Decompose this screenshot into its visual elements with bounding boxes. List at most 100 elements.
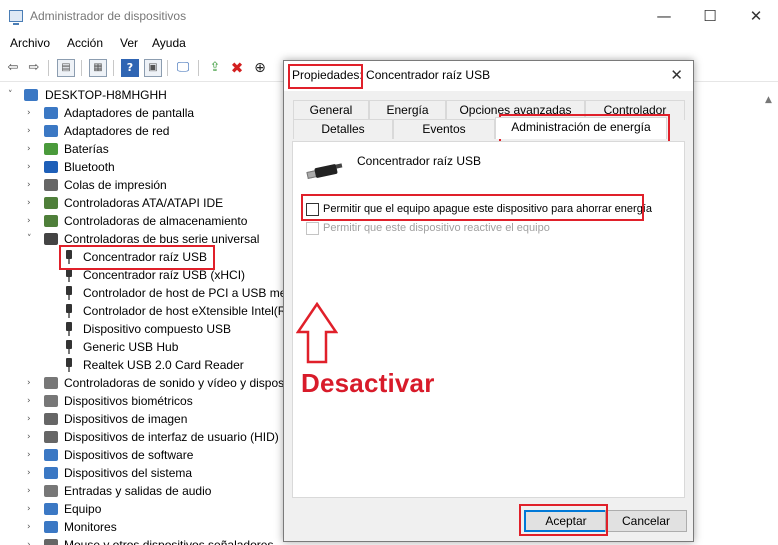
biometric-icon	[44, 395, 58, 407]
audio-io-icon	[44, 485, 58, 497]
maximize-button[interactable]: ☐	[687, 0, 733, 32]
tree-usb-device[interactable]: Controlador de host de PCI a USB mej	[0, 284, 290, 302]
tree-category-label: Entradas y salidas de audio	[64, 484, 212, 498]
tree-usb-device[interactable]: Dispositivo compuesto USB	[0, 320, 290, 338]
mouse-icon	[44, 539, 58, 545]
tree-usb-device[interactable]: Controlador de host eXtensible Intel(R	[0, 302, 290, 320]
tree-category-label: Controladoras de almacenamiento	[64, 214, 248, 228]
tree-category-label: Monitores	[64, 520, 117, 534]
download-icon[interactable]: ⊕	[251, 59, 269, 77]
tree-usb-device-label: Controlador de host de PCI a USB mej	[83, 286, 290, 300]
tab-eventos[interactable]: Eventos	[393, 119, 495, 139]
collapsed-chevron-icon[interactable]: ›	[27, 482, 37, 500]
minimize-button[interactable]: —	[641, 0, 687, 32]
collapsed-chevron-icon[interactable]: ›	[27, 518, 37, 536]
computer-icon	[24, 89, 38, 101]
tab-administracion-de-energia[interactable]: Administración de energía	[495, 117, 667, 139]
battery-icon	[44, 143, 58, 155]
tree-category[interactable]: › Mouse y otros dispositivos señaladores	[0, 536, 290, 545]
collapsed-chevron-icon[interactable]: ›	[27, 374, 37, 392]
highlight-allow-power-off	[301, 194, 644, 221]
help-icon[interactable]: ?	[121, 59, 139, 77]
tree-category[interactable]: › Dispositivos de imagen	[0, 410, 290, 428]
expand-chevron-icon[interactable]: ˅	[27, 230, 37, 248]
tree-category-label: Equipo	[64, 502, 102, 516]
menu-accion[interactable]: Acción	[67, 36, 103, 50]
forward-arrow-icon[interactable]: ⇨	[25, 59, 43, 77]
highlight-selected-device	[59, 245, 215, 270]
collapsed-chevron-icon[interactable]: ›	[27, 104, 37, 122]
tree-root-label: DESKTOP-H8MHGHH	[45, 88, 167, 102]
collapsed-chevron-icon[interactable]: ›	[27, 464, 37, 482]
back-arrow-icon[interactable]: ⇦	[4, 59, 22, 77]
network-adapter-icon	[44, 125, 58, 137]
software-device-icon	[44, 449, 58, 461]
tab-general[interactable]: General	[293, 100, 369, 120]
dialog-close-icon[interactable]: ✕	[670, 66, 683, 84]
properties-icon[interactable]: ▦	[89, 59, 107, 77]
collapsed-chevron-icon[interactable]: ›	[27, 392, 37, 410]
update-driver-icon[interactable]: ⇪	[206, 59, 224, 77]
uninstall-icon[interactable]: ✖	[228, 59, 246, 77]
collapsed-chevron-icon[interactable]: ›	[27, 536, 37, 545]
allow-wake-label: Permitir que este dispositivo reactive e…	[323, 222, 550, 234]
tree-category-label: Colas de impresión	[64, 178, 167, 192]
dialog-title-device: Concentrador raíz USB	[362, 68, 491, 82]
tab-energia[interactable]: Energía	[369, 100, 446, 120]
menu-archivo[interactable]: Archivo	[10, 36, 50, 50]
tree-category[interactable]: › Dispositivos del sistema	[0, 464, 290, 482]
collapsed-chevron-icon[interactable]: ›	[27, 122, 37, 140]
title-bar: Administrador de dispositivos — ☐ ✕	[0, 0, 778, 32]
menu-ver[interactable]: Ver	[120, 36, 138, 50]
collapsed-chevron-icon[interactable]: ›	[27, 410, 37, 428]
tree-category[interactable]: › Bluetooth	[0, 158, 290, 176]
tree-usb-device[interactable]: Realtek USB 2.0 Card Reader	[0, 356, 290, 374]
expand-chevron-icon[interactable]: ˅	[8, 86, 18, 104]
collapsed-chevron-icon[interactable]: ›	[27, 446, 37, 464]
tree-usb-device-label: Generic USB Hub	[83, 340, 179, 354]
collapsed-chevron-icon[interactable]: ›	[27, 428, 37, 446]
printer-icon	[44, 179, 58, 191]
tree-usb-device-label: Dispositivo compuesto USB	[83, 322, 232, 336]
toolbar-separator	[198, 60, 199, 76]
menu-ayuda[interactable]: Ayuda	[152, 36, 186, 50]
tree-category-label: Adaptadores de red	[64, 124, 170, 138]
tree-category-label: Baterías	[64, 142, 109, 156]
tree-category[interactable]: › Colas de impresión	[0, 176, 290, 194]
usb-connector-icon	[66, 304, 72, 318]
tree-category[interactable]: › Dispositivos de interfaz de usuario (HI…	[0, 428, 290, 446]
close-button[interactable]: ✕	[733, 0, 778, 32]
properties-dialog: Propiedades: Concentrador raíz USB ✕ Gen…	[283, 60, 694, 542]
collapsed-chevron-icon[interactable]: ›	[27, 176, 37, 194]
tab-detalles[interactable]: Detalles	[293, 119, 393, 139]
tree-category[interactable]: › Dispositivos de software	[0, 446, 290, 464]
usb-device-icon	[306, 162, 343, 182]
view-icon[interactable]: ▣	[144, 59, 162, 77]
tree-category[interactable]: › Baterías	[0, 140, 290, 158]
tree-usb-device[interactable]: Generic USB Hub	[0, 338, 290, 356]
tree-root[interactable]: ˅ DESKTOP-H8MHGHH	[0, 86, 290, 104]
tree-category[interactable]: › Controladoras ATA/ATAPI IDE	[0, 194, 290, 212]
tree-category[interactable]: › Entradas y salidas de audio	[0, 482, 290, 500]
collapsed-chevron-icon[interactable]: ›	[27, 212, 37, 230]
show-hide-icon[interactable]: ▤	[57, 59, 75, 77]
collapsed-chevron-icon[interactable]: ›	[27, 194, 37, 212]
tree-category[interactable]: › Controladoras de almacenamiento	[0, 212, 290, 230]
tree-category[interactable]: › Controladoras de sonido y vídeo y dispo…	[0, 374, 290, 392]
tree-category[interactable]: › Adaptadores de pantalla	[0, 104, 290, 122]
main-window-right-edge	[762, 85, 778, 545]
monitor-icon[interactable]: 🖵	[174, 59, 192, 77]
collapsed-chevron-icon[interactable]: ›	[27, 500, 37, 518]
tree-category-label: Controladoras ATA/ATAPI IDE	[64, 196, 224, 210]
tree-category[interactable]: › Dispositivos biométricos	[0, 392, 290, 410]
tree-category[interactable]: › Adaptadores de red	[0, 122, 290, 140]
tree-category[interactable]: › Equipo	[0, 500, 290, 518]
tree-category[interactable]: › Monitores	[0, 518, 290, 536]
system-device-icon	[44, 467, 58, 479]
cancel-button[interactable]: Cancelar	[605, 510, 687, 532]
collapsed-chevron-icon[interactable]: ›	[27, 158, 37, 176]
tree-category-label: Dispositivos de interfaz de usuario (HID…	[64, 430, 279, 444]
collapsed-chevron-icon[interactable]: ›	[27, 140, 37, 158]
power-management-panel: Concentrador raíz USB Permitir que el eq…	[292, 141, 685, 498]
collapse-icon: ▲	[765, 95, 772, 105]
